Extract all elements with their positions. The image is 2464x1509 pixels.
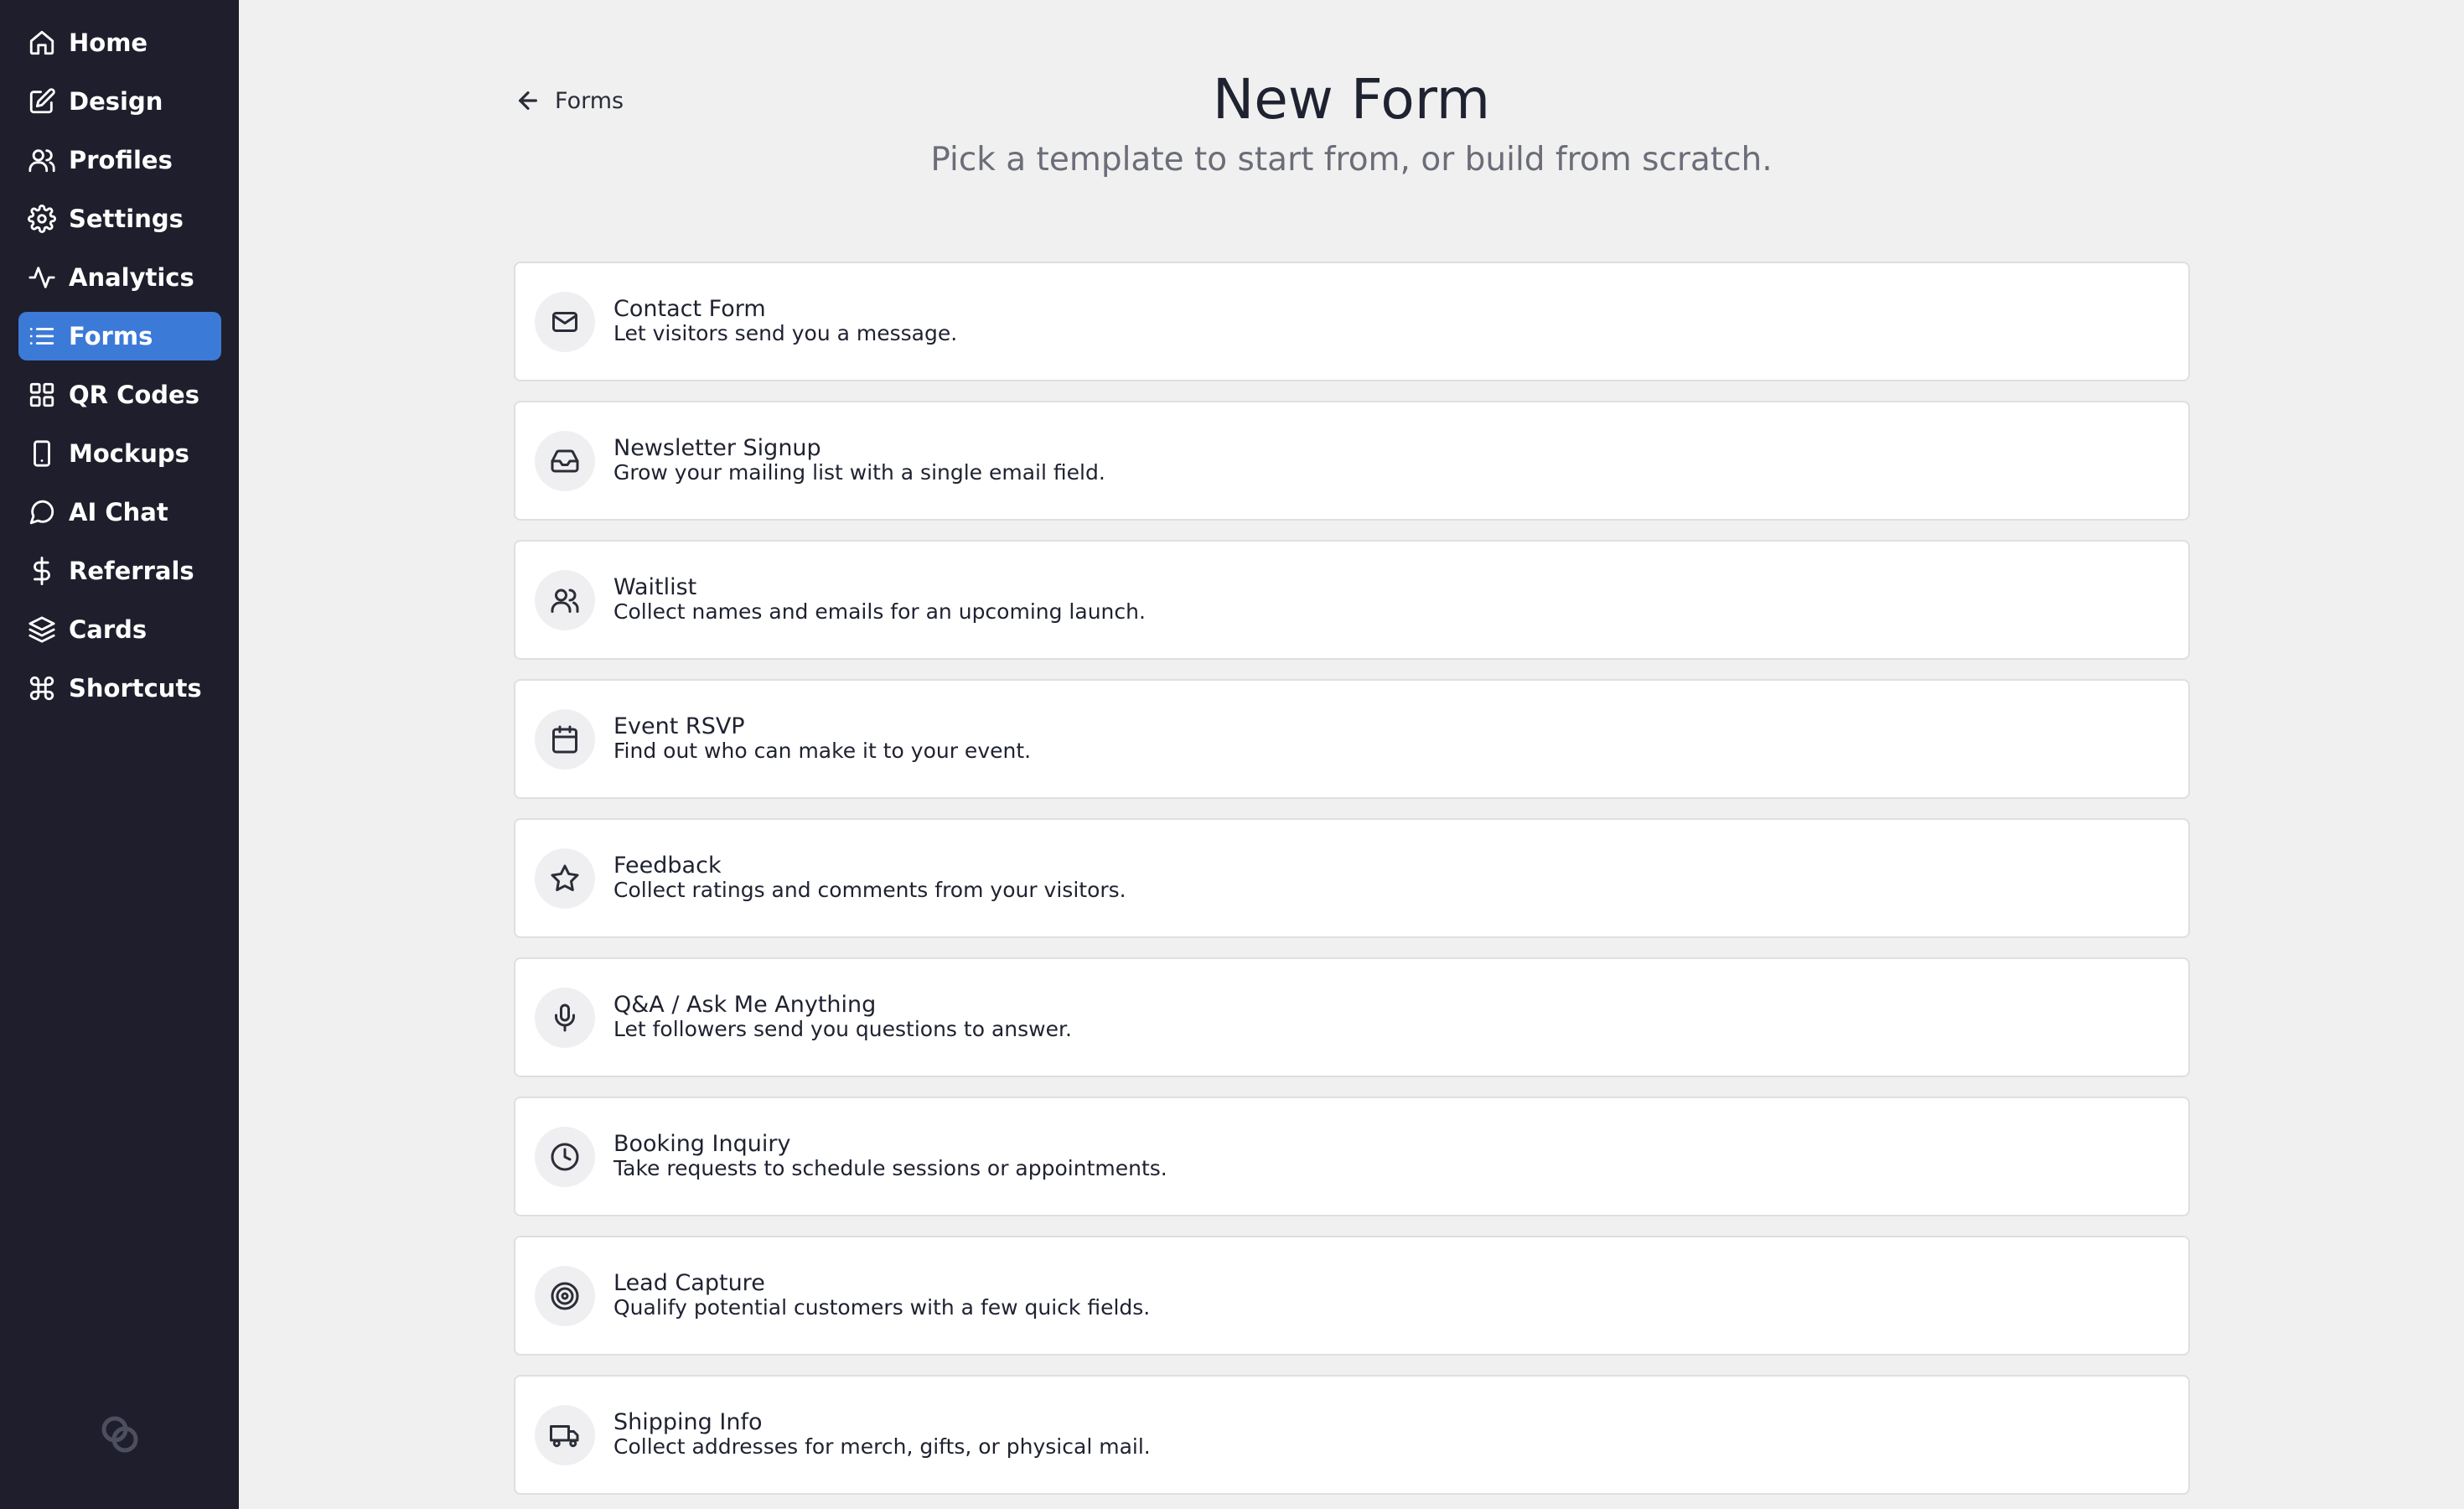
template-description: Find out who can make it to your event. [613, 739, 1032, 763]
sidebar-item-shortcuts[interactable]: Shortcuts [18, 664, 221, 713]
sidebar-item-qr-codes[interactable]: QR Codes [18, 371, 221, 419]
sidebar-item-label: Design [69, 87, 163, 116]
sidebar-item-design[interactable]: Design [18, 77, 221, 126]
template-description: Collect addresses for merch, gifts, or p… [613, 1434, 1151, 1459]
template-description: Grow your mailing list with a single ema… [613, 460, 1105, 485]
activity-icon [27, 262, 57, 293]
list-icon [27, 321, 57, 351]
mail-icon [535, 292, 595, 352]
template-title: Q&A / Ask Me Anything [613, 992, 877, 1018]
template-card-feedback[interactable]: Feedback Collect ratings and comments fr… [514, 818, 2190, 938]
template-title: Shipping Info [613, 1409, 763, 1435]
template-title: Event RSVP [613, 713, 745, 739]
microphone-icon [535, 988, 595, 1048]
sidebar-item-referrals[interactable]: Referrals [18, 547, 221, 595]
sidebar-item-settings[interactable]: Settings [18, 194, 221, 243]
template-description: Collect names and emails for an upcoming… [613, 599, 1146, 624]
users-icon [535, 570, 595, 630]
template-title: Newsletter Signup [613, 435, 821, 461]
star-icon [535, 848, 595, 909]
sidebar-item-mockups[interactable]: Mockups [18, 429, 221, 478]
sidebar-item-home[interactable]: Home [18, 18, 221, 67]
truck-icon [535, 1405, 595, 1465]
command-icon [27, 673, 57, 703]
template-description: Qualify potential customers with a few q… [613, 1295, 1151, 1320]
page-title: New Form [1212, 67, 1491, 132]
sidebar-item-label: Referrals [69, 557, 194, 585]
sidebar-item-label: Mockups [69, 439, 189, 468]
grid-icon [27, 380, 57, 410]
sidebar-item-label: AI Chat [69, 498, 168, 526]
sidebar-item-label: QR Codes [69, 381, 199, 409]
template-title: Booking Inquiry [613, 1131, 791, 1157]
chat-bubble-icon [27, 497, 57, 527]
template-card-shipping-info[interactable]: Shipping Info Collect addresses for merc… [514, 1375, 2190, 1495]
template-description: Collect ratings and comments from your v… [613, 878, 1126, 902]
target-icon [535, 1266, 595, 1326]
back-link-label: Forms [555, 87, 624, 114]
back-to-forms-link[interactable]: Forms [515, 84, 624, 117]
sidebar-item-label: Cards [69, 615, 148, 644]
template-description: Take requests to schedule sessions or ap… [613, 1156, 1167, 1180]
sidebar-item-analytics[interactable]: Analytics [18, 253, 221, 302]
sidebar-item-label: Profiles [69, 146, 173, 174]
template-description: Let visitors send you a message. [613, 321, 958, 345]
template-card-newsletter-signup[interactable]: Newsletter Signup Grow your mailing list… [514, 401, 2190, 521]
template-description: Let followers send you questions to answ… [613, 1017, 1072, 1041]
sidebar-item-ai-chat[interactable]: AI Chat [18, 488, 221, 537]
sidebar-item-label: Analytics [69, 263, 194, 292]
template-card-qa[interactable]: Q&A / Ask Me Anything Let followers send… [514, 957, 2190, 1077]
dollar-icon [27, 556, 57, 586]
sidebar: Home Design Profiles Settings Analytics … [0, 0, 239, 1509]
sidebar-item-label: Settings [69, 205, 184, 233]
pencil-square-icon [27, 86, 57, 117]
phone-icon [27, 438, 57, 469]
home-icon [27, 28, 57, 58]
calendar-icon [535, 709, 595, 770]
sidebar-item-label: Home [69, 29, 148, 57]
template-card-booking-inquiry[interactable]: Booking Inquiry Take requests to schedul… [514, 1097, 2190, 1216]
template-card-event-rsvp[interactable]: Event RSVP Find out who can make it to y… [514, 679, 2190, 799]
clock-icon [535, 1127, 595, 1187]
layers-icon [27, 614, 57, 645]
inbox-icon [535, 431, 595, 491]
template-title: Contact Form [613, 296, 766, 322]
template-card-waitlist[interactable]: Waitlist Collect names and emails for an… [514, 540, 2190, 660]
page-subtitle: Pick a template to start from, or build … [930, 141, 1773, 179]
sidebar-item-forms[interactable]: Forms [18, 312, 221, 360]
sidebar-item-cards[interactable]: Cards [18, 605, 221, 654]
users-icon [27, 145, 57, 175]
link-logo-icon [96, 1411, 143, 1458]
template-card-contact-form[interactable]: Contact Form Let visitors send you a mes… [514, 262, 2190, 381]
template-card-lead-capture[interactable]: Lead Capture Qualify potential customers… [514, 1236, 2190, 1356]
template-title: Waitlist [613, 574, 697, 600]
template-title: Feedback [613, 853, 722, 879]
template-title: Lead Capture [613, 1270, 765, 1296]
sidebar-item-label: Forms [69, 322, 153, 350]
sidebar-item-profiles[interactable]: Profiles [18, 136, 221, 184]
arrow-left-icon [519, 91, 537, 110]
gear-icon [27, 204, 57, 234]
sidebar-item-label: Shortcuts [69, 674, 202, 703]
